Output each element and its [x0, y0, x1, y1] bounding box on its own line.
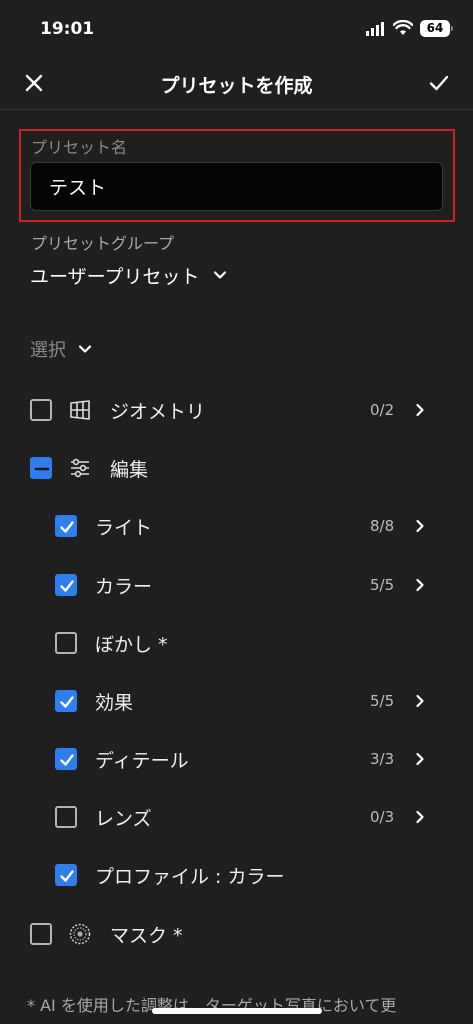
page-title: プリセットを作成: [160, 75, 313, 97]
profile-label: プロファイル : カラー: [95, 865, 285, 888]
edit-label: 編集: [110, 458, 149, 481]
detail-checkbox[interactable]: [55, 748, 77, 770]
chevron-right-icon: [416, 810, 424, 824]
preset-name-input[interactable]: [30, 162, 443, 211]
geometry-icon: [70, 400, 90, 420]
list-item-light[interactable]: ライト 8/8: [0, 506, 473, 546]
cellular-signal-icon: [366, 22, 384, 36]
list-item-color[interactable]: カラー 5/5: [0, 565, 473, 605]
sliders-icon: [71, 458, 89, 478]
preset-group-dropdown[interactable]: ユーザープリセット: [30, 262, 227, 288]
mask-label: マスク *: [110, 924, 183, 947]
checkmark-icon[interactable]: [427, 71, 451, 95]
home-indicator[interactable]: [152, 1008, 322, 1014]
wifi-icon: [393, 20, 413, 35]
preset-group-label: プリセットグループ: [31, 234, 175, 253]
lens-label: レンズ: [95, 807, 152, 830]
lens-count: 0/3: [370, 808, 395, 826]
profile-checkbox[interactable]: [55, 864, 77, 886]
list-item-detail[interactable]: ディテール 3/3: [0, 739, 473, 779]
navigation-bar: プリセットを作成: [0, 56, 473, 110]
effects-count: 5/5: [370, 692, 395, 710]
color-count: 5/5: [370, 576, 395, 594]
preset-group-value: ユーザープリセット: [30, 265, 200, 288]
list-item-profile[interactable]: プロファイル : カラー: [0, 855, 473, 895]
select-label: 選択: [30, 340, 66, 361]
list-item-lens[interactable]: レンズ 0/3: [0, 797, 473, 837]
chevron-right-icon: [416, 694, 424, 708]
blur-label: ぼかし *: [95, 633, 168, 656]
select-dropdown[interactable]: 選択: [30, 336, 92, 362]
create-preset-screen: 19:01 64 プリセットを作成 プリセット名 プリセットグループ ユーザープ…: [0, 0, 473, 1024]
detail-count: 3/3: [370, 750, 395, 768]
list-item-blur[interactable]: ぼかし *: [0, 623, 473, 663]
color-label: カラー: [95, 575, 153, 598]
light-count: 8/8: [370, 517, 395, 535]
geometry-checkbox[interactable]: [30, 399, 52, 421]
chevron-down-icon: [214, 271, 227, 279]
effects-label: 効果: [95, 691, 134, 714]
status-time: 19:01: [40, 19, 95, 39]
light-checkbox[interactable]: [55, 515, 77, 537]
chevron-right-icon: [416, 752, 424, 766]
geometry-count: 0/2: [370, 401, 395, 419]
geometry-label: ジオメトリ: [110, 400, 206, 423]
status-bar: 19:01 64: [0, 0, 473, 56]
effects-checkbox[interactable]: [55, 690, 77, 712]
list-item-edit[interactable]: 編集: [0, 448, 473, 488]
preset-name-label: プリセット名: [31, 138, 128, 157]
lens-checkbox[interactable]: [55, 806, 77, 828]
light-label: ライト: [95, 516, 153, 539]
color-checkbox[interactable]: [55, 574, 77, 596]
detail-label: ディテール: [95, 749, 189, 772]
chevron-right-icon: [416, 519, 424, 533]
blur-checkbox[interactable]: [55, 632, 77, 654]
list-item-effects[interactable]: 効果 5/5: [0, 681, 473, 721]
battery-indicator: 64: [420, 20, 453, 37]
chevron-right-icon: [416, 578, 424, 592]
edit-checkbox[interactable]: [30, 457, 52, 479]
chevron-down-icon: [78, 345, 92, 353]
list-item-geometry[interactable]: ジオメトリ 0/2: [0, 390, 473, 430]
chevron-right-icon: [416, 403, 424, 417]
list-item-mask[interactable]: マスク *: [0, 914, 473, 954]
mask-checkbox[interactable]: [30, 923, 52, 945]
mask-icon: [69, 923, 91, 945]
